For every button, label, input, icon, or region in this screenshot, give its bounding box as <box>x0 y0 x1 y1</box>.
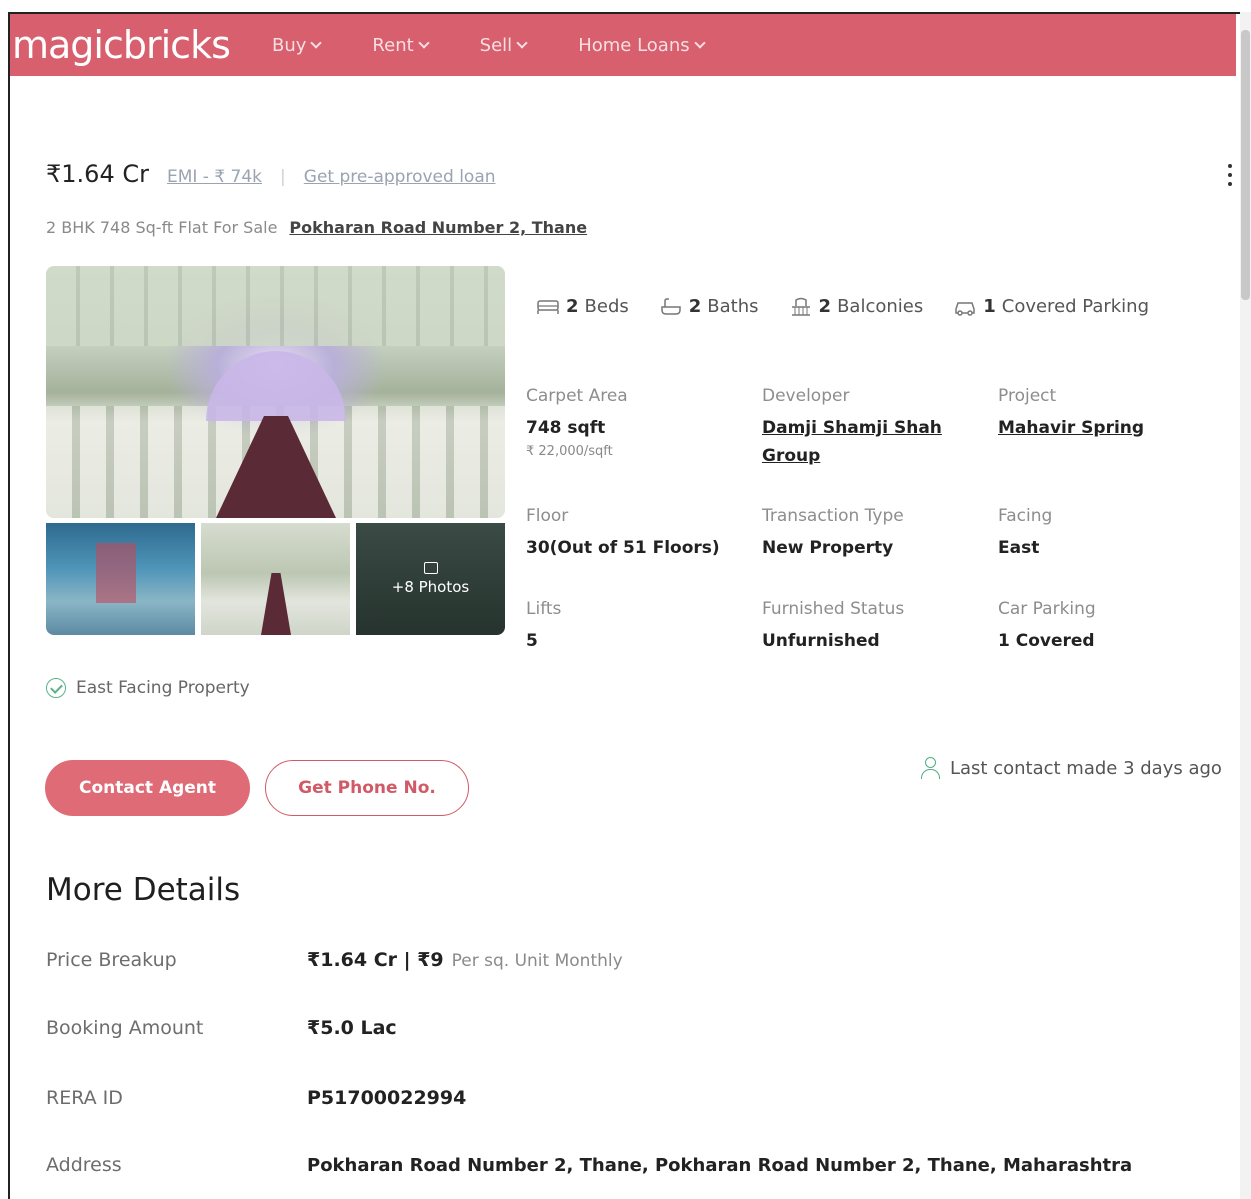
main-property-photo[interactable] <box>46 266 505 518</box>
fact-subvalue: ₹ 22,000/sqft <box>526 444 613 459</box>
listing-subtitle: 2 BHK 748 Sq-ft Flat For Sale Pokharan R… <box>46 218 587 237</box>
fact-label: Developer <box>762 386 850 406</box>
fact-value: Unfurnished <box>762 631 880 651</box>
emi-link[interactable]: EMI - ₹ 74k <box>167 167 262 187</box>
listing-location-link[interactable]: Pokharan Road Number 2, Thane <box>289 218 587 237</box>
fact-value: East <box>998 538 1040 558</box>
nav-home-loans-label: Home Loans <box>578 34 690 56</box>
fact-label: Car Parking <box>998 599 1096 619</box>
car-icon <box>955 301 975 316</box>
nav-sell-label: Sell <box>479 34 513 56</box>
amenities-row: 2 Beds 2 Baths 2 Balconies 1 Covered Par… <box>536 296 1149 317</box>
highlight-label: East Facing Property <box>76 678 250 698</box>
pre-approved-loan-link[interactable]: Get pre-approved loan <box>304 167 496 187</box>
chevron-down-icon <box>516 36 528 49</box>
fact-label: Carpet Area <box>526 386 628 406</box>
nav-buy-label: Buy <box>272 34 307 56</box>
detail-address: Address Pokharan Road Number 2, Thane, P… <box>46 1154 1132 1176</box>
detail-label: Booking Amount <box>46 1017 204 1039</box>
check-circle-icon <box>46 678 66 698</box>
balcony-icon <box>791 297 810 316</box>
price-breakup-note: Per sq. Unit Monthly <box>451 951 623 971</box>
amenity-parking-label: Covered Parking <box>1001 296 1150 317</box>
property-thumbnail[interactable] <box>201 523 350 635</box>
nav-buy[interactable]: Buy <box>272 34 323 56</box>
fact-value: New Property <box>762 538 894 558</box>
magicbricks-logo[interactable]: magicbricks <box>12 23 272 67</box>
listing-price: ₹1.64 Cr <box>46 160 149 188</box>
amenity-balconies: 2 Balconies <box>789 296 924 317</box>
fact-developer: Developer Damji Shamji Shah Group <box>762 386 962 470</box>
amenity-beds-count: 2 <box>566 296 579 317</box>
detail-booking-amount: Booking Amount ₹5.0 Lac <box>46 1017 397 1039</box>
amenity-parking: 1 Covered Parking <box>953 296 1149 317</box>
highlight-tag: East Facing Property <box>46 678 250 698</box>
chevron-down-icon <box>693 36 706 49</box>
price-row: ₹1.64 Cr EMI - ₹ 74k | Get pre-approved … <box>46 160 496 188</box>
fact-value: 30(Out of 51 Floors) <box>526 538 720 558</box>
more-photos-thumbnail[interactable]: +8 Photos <box>356 523 505 635</box>
amenity-balconies-label: Balconies <box>837 296 924 317</box>
person-icon <box>920 757 940 779</box>
amenity-beds-label: Beds <box>584 296 629 317</box>
bed-icon <box>537 299 559 314</box>
detail-label: Price Breakup <box>46 949 177 971</box>
nav-rent-label: Rent <box>372 34 414 56</box>
fact-label: Facing <box>998 506 1053 526</box>
fact-label: Project <box>998 386 1057 406</box>
photo-icon <box>423 562 438 574</box>
nav-sell[interactable]: Sell <box>479 34 528 56</box>
scrollbar-thumb[interactable] <box>1241 30 1250 300</box>
fact-car-parking: Car Parking 1 Covered <box>998 599 1096 655</box>
fact-label: Transaction Type <box>762 506 904 526</box>
property-thumbnail[interactable] <box>46 523 195 635</box>
more-details-heading: More Details <box>46 872 241 908</box>
detail-rera-id: RERA ID P51700022994 <box>46 1087 466 1109</box>
detail-value: Pokharan Road Number 2, Thane, Pokharan … <box>307 1155 1133 1176</box>
detail-label: Address <box>46 1154 122 1176</box>
contact-agent-button[interactable]: Contact Agent <box>45 760 250 816</box>
fact-lifts: Lifts 5 <box>526 599 561 655</box>
fact-furnished-status: Furnished Status Unfurnished <box>762 599 904 655</box>
last-contact-info: Last contact made 3 days ago <box>920 757 1222 779</box>
top-navbar: magicbricks Buy Rent Sell Home Loans <box>10 14 1236 76</box>
detail-label: RERA ID <box>46 1087 123 1109</box>
fact-label: Lifts <box>526 599 562 619</box>
detail-price-breakup: Price Breakup ₹1.64 Cr | ₹9 Per sq. Unit … <box>46 949 623 971</box>
fact-facing: Facing East <box>998 506 1052 562</box>
listing-title: 2 BHK 748 Sq-ft Flat For Sale <box>46 218 278 237</box>
fact-carpet-area: Carpet Area 748 sqft ₹ 22,000/sqft <box>526 386 628 459</box>
more-options-icon[interactable] <box>1224 164 1236 186</box>
amenity-baths-count: 2 <box>688 296 702 317</box>
developer-link[interactable]: Damji Shamji Shah Group <box>762 414 962 470</box>
fact-transaction-type: Transaction Type New Property <box>762 506 904 562</box>
detail-value: P51700022994 <box>307 1087 467 1109</box>
chevron-down-icon <box>310 36 323 49</box>
detail-value: ₹5.0 Lac <box>307 1017 397 1039</box>
fact-value: 748 sqft <box>526 418 606 438</box>
price-breakup-value: ₹1.64 Cr | ₹9 <box>307 949 444 971</box>
detail-value: ₹1.64 Cr | ₹9 Per sq. Unit Monthly <box>307 949 623 971</box>
nav-home-loans[interactable]: Home Loans <box>578 34 706 56</box>
amenity-balconies-count: 2 <box>818 296 832 317</box>
amenity-baths-label: Baths <box>707 296 759 317</box>
more-photos-label: +8 Photos <box>391 578 470 596</box>
amenity-parking-count: 1 <box>983 296 996 317</box>
amenity-beds: 2 Beds <box>536 296 629 317</box>
fact-project: Project Mahavir Spring <box>998 386 1144 442</box>
fact-value: 5 <box>526 631 538 651</box>
get-phone-button[interactable]: Get Phone No. <box>265 760 469 816</box>
last-contact-label: Last contact made 3 days ago <box>950 757 1222 779</box>
amenity-baths: 2 Baths <box>659 296 759 317</box>
nav-rent[interactable]: Rent <box>372 34 430 56</box>
chevron-down-icon <box>418 36 430 49</box>
fact-value: 1 Covered <box>998 631 1095 651</box>
bath-icon <box>661 297 681 315</box>
fact-floor: Floor 30(Out of 51 Floors) <box>526 506 720 562</box>
fact-label: Furnished Status <box>762 599 905 619</box>
divider: | <box>280 167 286 187</box>
fact-label: Floor <box>526 506 569 526</box>
project-link[interactable]: Mahavir Spring <box>998 414 1144 442</box>
